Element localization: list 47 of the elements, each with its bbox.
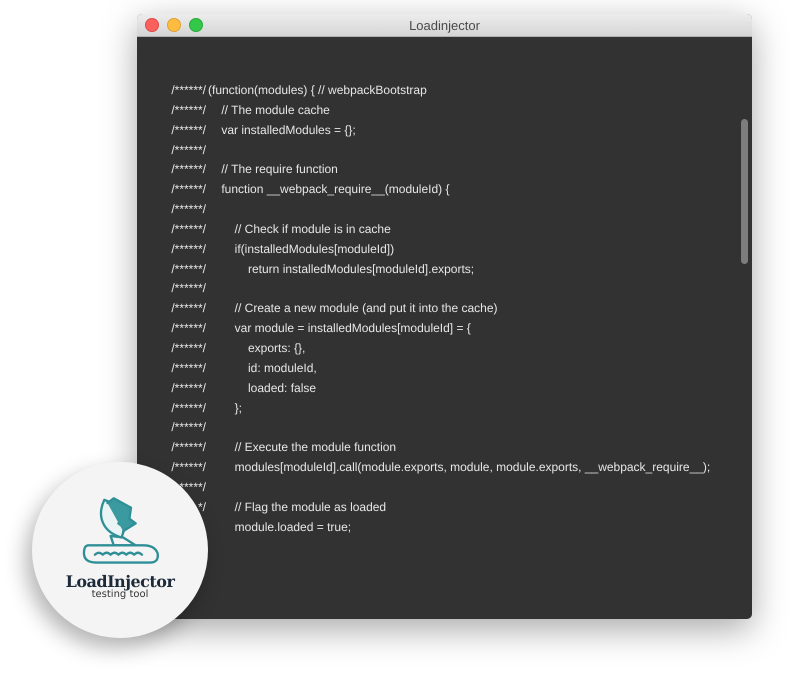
code-line: module.loaded = true; [234,518,352,536]
scrollbar-thumb[interactable] [741,119,748,264]
code-line: return installedModules[moduleId].exports; [247,260,474,278]
line-marker: /******/ [171,459,206,476]
logo-tagline: testing tool [92,589,148,600]
zoom-button[interactable] [189,18,203,32]
line-marker: /******/ [171,102,206,119]
code-line: // The module cache [220,102,330,119]
code-line: id: moduleId, [247,360,317,377]
line-marker: /******/ [171,181,206,198]
close-button[interactable] [145,18,159,32]
line-marker: /******/ [171,240,206,258]
code-line: var installedModules = {}; [220,122,356,139]
line-marker: /******/ [171,439,206,456]
line-marker: /******/ [171,260,206,278]
line-marker: */ [196,498,206,516]
line-marker: /******/ [171,400,206,416]
code-line: modules[moduleId].call(module.exports, module, module.exports, __webpack_require__); [234,459,710,476]
code-line: // Create a new module (and put it into the cache) [234,300,498,318]
line-marker: /******/ [171,82,206,99]
minimize-button[interactable] [167,18,181,32]
line-marker: /******/ [171,122,206,139]
line-marker: /******/ [171,419,206,436]
code-line: // Flag the module as loaded [234,498,386,516]
line-marker: /******/ [171,320,206,338]
code-line: exports: {}, [247,340,306,357]
code-line: // Check if module is in cache [234,220,391,238]
line-marker: *****/ [178,478,206,496]
line-marker: /******/ [171,340,206,357]
line-marker: /******/ [171,300,206,318]
code-line: (function(modules) { // webpackBootstrap [208,82,427,99]
code-line: // The require function [220,161,338,178]
code-line: function __webpack_require__(moduleId) { [220,181,450,198]
code-line: if(installedModules[moduleId]) [234,240,394,258]
line-marker: /******/ [171,161,206,178]
line-marker: /******/ [171,380,206,397]
code-line: loaded: false [247,380,316,397]
code-line: }; [234,400,242,416]
line-marker: /******/ [171,280,206,298]
code-line: // Execute the module function [234,439,396,456]
line-marker: /******/ [171,142,206,159]
window-title: Loadinjector [409,18,480,32]
line-marker: /******/ [171,360,206,377]
line-marker: /******/ [171,220,206,238]
line-marker: /******/ [171,201,206,218]
logo-wordmark: LoadInjector [66,572,174,591]
code-line: var module = installedModules[moduleId] = { [234,320,471,338]
